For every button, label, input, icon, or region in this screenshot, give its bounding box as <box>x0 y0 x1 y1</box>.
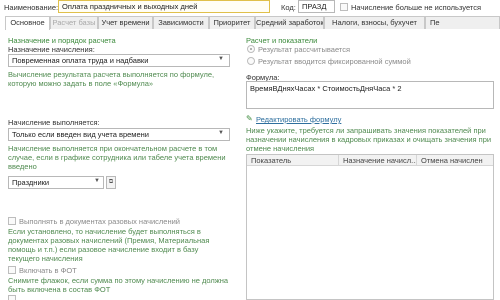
tab-base-calculation[interactable]: Расчет базы <box>50 16 98 29</box>
right-section-title: Расчет и показатели <box>246 36 318 45</box>
chevron-down-icon[interactable]: ▼ <box>218 130 224 136</box>
chevron-down-icon[interactable]: ▼ <box>94 178 100 184</box>
table-header: Показатель Назначение начисл... Отмена н… <box>247 155 493 166</box>
radio-calculated-label: Результат рассчитывается <box>258 45 351 54</box>
purpose-hint: Вычисление результата расчета выполняетс… <box>8 70 215 88</box>
formula-field[interactable]: ВремяВДняхЧасах * СтоимостьДняЧаса * 2 <box>246 81 494 109</box>
tab-main[interactable]: Основное <box>5 16 50 30</box>
tab-average-earnings[interactable]: Средний заработок <box>255 16 324 29</box>
radio-fixed-label: Результат вводится фиксированной суммой <box>258 57 411 66</box>
extra-checkbox[interactable] <box>8 295 16 300</box>
tab-time-tracking[interactable]: Учет времени <box>98 16 153 29</box>
column-header-cancellation[interactable]: Отмена начислен <box>417 155 493 166</box>
radio-fixed[interactable] <box>247 57 255 65</box>
performed-hint: Начисление выполняется при окончательном… <box>8 144 226 171</box>
tab-dependencies[interactable]: Зависимости <box>153 16 209 29</box>
edit-formula-link[interactable]: Редактировать формулу <box>256 115 341 124</box>
performed-label: Начисление выполняется: <box>8 118 100 127</box>
purpose-label: Назначение начисления: <box>8 45 95 54</box>
tab-taxes[interactable]: Налоги, взносы, бухучет <box>324 16 425 29</box>
time-type-select[interactable]: Праздники <box>8 176 104 189</box>
radio-calculated[interactable] <box>247 45 255 53</box>
onetime-checkbox[interactable] <box>8 217 16 225</box>
fot-checkbox-label: Включать в ФОТ <box>19 266 77 275</box>
name-input[interactable]: Оплата праздничных и выходных дней <box>58 0 270 13</box>
tab-bar: Основное Расчет базы Учет времени Зависи… <box>5 15 500 30</box>
column-header-indicator[interactable]: Показатель <box>247 155 339 166</box>
chevron-down-icon[interactable]: ▼ <box>218 56 224 62</box>
open-icon[interactable]: ⧉ <box>106 176 116 189</box>
left-section-title: Назначение и порядок расчета <box>8 36 116 45</box>
performed-select[interactable]: Только если введен вид учета времени <box>8 128 230 141</box>
unused-checkbox[interactable] <box>340 3 348 11</box>
code-label: Код: <box>281 3 296 12</box>
code-input[interactable]: ПРАЗД <box>298 0 335 13</box>
fot-checkbox[interactable] <box>8 266 16 274</box>
indicators-table[interactable]: Показатель Назначение начисл... Отмена н… <box>246 154 494 300</box>
edit-pencil-icon[interactable]: ✎ <box>246 114 253 123</box>
onetime-hint: Если установлено, то начисление будет вы… <box>8 227 210 263</box>
indicators-hint: Ниже укажите, требуется ли запрашивать з… <box>246 126 492 153</box>
tab-priority[interactable]: Приоритет <box>209 16 255 29</box>
tab-more[interactable]: Пе <box>425 16 500 29</box>
purpose-select[interactable]: Повременная оплата труда и надбавки <box>8 54 230 67</box>
fot-hint: Снимите флажок, если сумма по этому начи… <box>8 276 229 294</box>
name-label: Наименование: <box>4 3 59 12</box>
column-header-assignment[interactable]: Назначение начисл... <box>339 155 417 166</box>
unused-checkbox-label: Начисление больше не используется <box>351 3 482 12</box>
onetime-checkbox-label: Выполнять в документах разовых начислени… <box>19 217 180 226</box>
